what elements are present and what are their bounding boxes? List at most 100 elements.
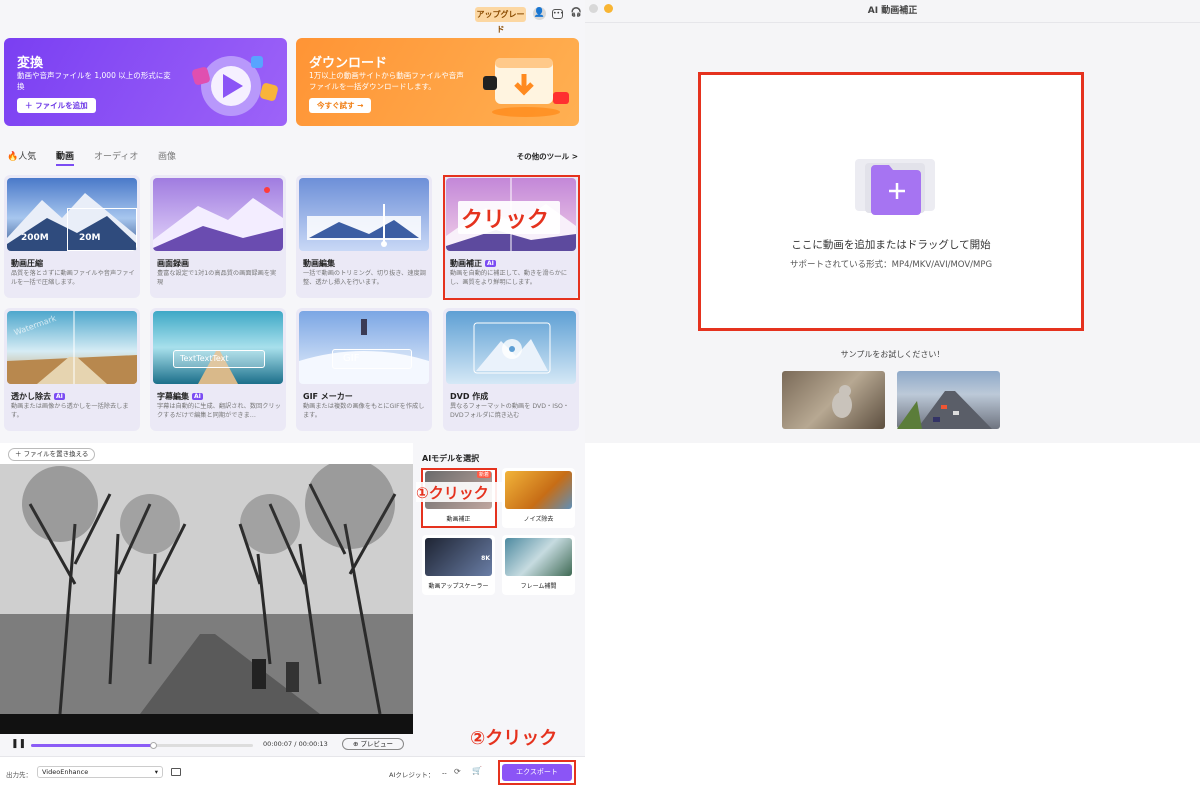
refresh-icon[interactable]: ⟳ — [454, 767, 461, 776]
pause-icon[interactable]: ❚❚ — [11, 739, 26, 749]
time-separator: / — [294, 740, 297, 748]
tool-card-subtitle[interactable]: TextTextText 字幕編集 AI 字幕は自動的に生成、翻訳され、数回クリッ… — [150, 308, 286, 431]
model-frame-interpolation[interactable]: フレーム補間 — [502, 535, 575, 595]
tool-card-screen-record[interactable]: 画面録画 豊富な設定で1対1の高品質の画面録画を実現 — [150, 175, 286, 298]
progress-fill — [31, 744, 154, 747]
message-icon[interactable]: ••• — [552, 9, 564, 19]
highway-icon — [897, 391, 992, 429]
output-select[interactable]: VideoEnhance ▾ — [37, 766, 163, 778]
download-illustration-icon — [483, 58, 569, 117]
dvd-thumbnail — [446, 311, 576, 384]
model-thumbnail — [505, 538, 572, 576]
mountain-icon — [153, 187, 283, 251]
replace-file-button[interactable]: ＋ ファイルを置き換える — [8, 448, 96, 461]
sample-label: サンプルをお試しください！ — [840, 350, 945, 359]
crop-frame — [67, 208, 137, 251]
convert-illustration-icon — [192, 56, 278, 116]
snow-icon — [299, 319, 429, 384]
tab-popular[interactable]: 🔥人気 — [7, 149, 36, 162]
annotation-step2: ②クリック — [470, 728, 558, 749]
folder-icon[interactable] — [171, 768, 181, 776]
tool-desc: 一括で動画のトリミング、切り抜き、速度調整、透かし挿入を行います。 — [303, 270, 426, 286]
drop-instruction: ここに動画を追加またはドラッグして開始 — [791, 239, 991, 251]
current-time: 00:00:07 — [263, 740, 293, 748]
sample-highway[interactable] — [897, 371, 1000, 429]
enhance-editor-panel: ＋ ファイルを置き換える ❚❚ 00:00:07 / 00:00:13 ⊕ プレ… — [0, 443, 585, 800]
landscape-icon — [7, 311, 137, 384]
tool-desc: 動画または複数の画像をもとにGIFを作成します。 — [303, 403, 425, 419]
total-time: 00:00:13 — [298, 740, 328, 748]
folder-add-icon — [855, 159, 935, 215]
download-banner[interactable]: ダウンロード 1万以上の動画サイトから動画ファイルや音声ファイルを一括ダウンロー… — [296, 38, 579, 126]
model-denoise[interactable]: ノイズ除去 — [502, 468, 575, 528]
pier-icon — [198, 351, 238, 384]
video-preview[interactable] — [0, 464, 413, 734]
gif-thumbnail: GIF — [299, 311, 429, 384]
tool-title: 動画圧縮 — [11, 259, 43, 268]
watermark-thumbnail: Watermark — [7, 311, 137, 384]
tool-card-video-edit[interactable]: 動画編集 一括で動画のトリミング、切り抜き、速度調整、透かし挿入を行います。 — [296, 175, 432, 298]
model-upscaler[interactable]: 8K 動画アップスケーラー — [422, 535, 495, 595]
download-title: ダウンロード — [309, 56, 388, 71]
ai-model-title: AIモデルを選択 — [422, 454, 480, 463]
tool-desc: 異なるフォーマットの動画を DVD・ISO・DVDフォルダに焼き込む — [450, 403, 570, 419]
tool-title: DVD 作成 — [450, 392, 489, 401]
progress-track[interactable] — [31, 742, 253, 749]
drop-zone[interactable]: ここに動画を追加またはドラッグして開始 サポートされている形式：MP4/MKV/… — [698, 72, 1084, 331]
annotation-step1: ①クリック — [416, 484, 489, 502]
tool-title: 字幕編集 AI — [157, 392, 203, 401]
more-tools-link[interactable]: その他のツール > — [517, 151, 578, 162]
scissors-icon — [307, 204, 421, 247]
credit-label: AIクレジット： — [389, 771, 435, 779]
upgrade-button[interactable]: アップグレード — [475, 7, 526, 34]
tool-desc: 字幕は自動的に生成、翻訳され、数回クリックするだけで編集と同期ができま… — [157, 403, 281, 419]
tab-image[interactable]: 画像 — [158, 149, 176, 162]
convert-title: 変換 — [17, 56, 44, 71]
tool-card-compress[interactable]: 200M 20M 動画圧縮 品質を落とさずに動画ファイルや音声ファイルを一括で圧… — [4, 175, 140, 298]
ai-badge: AI — [192, 393, 203, 400]
tool-title: 透かし除去 AI — [11, 392, 65, 401]
compress-thumbnail: 200M 20M — [7, 178, 137, 251]
cart-icon[interactable]: 🛒 — [472, 766, 482, 775]
model-label: ノイズ除去 — [523, 516, 554, 523]
output-label: 出力先： — [6, 771, 32, 779]
tab-video[interactable]: 動画 — [56, 149, 75, 166]
model-label: 動画アップスケーラー — [428, 583, 489, 590]
category-tabs: 🔥人気 動画 オーディオ 画像 その他のツール > — [0, 145, 585, 166]
sample-squirrel[interactable] — [782, 371, 885, 429]
download-desc: 1万以上の動画サイトから動画ファイルや音声ファイルを一括ダウンロードします。 — [309, 71, 464, 91]
tool-card-watermark-remove[interactable]: Watermark 透かし除去 AI 動画または画像から透かしを一括除去します。 — [4, 308, 140, 431]
top-bar: アップグレード 👤 ••• 🎧 — [0, 0, 585, 34]
tool-title: 画面録画 — [157, 259, 189, 268]
model-label: フレーム補間 — [520, 583, 557, 590]
tab-audio[interactable]: オーディオ — [94, 149, 138, 162]
add-file-button[interactable]: ＋ ファイルを追加 — [17, 98, 96, 113]
subtitle-thumbnail: TextTextText — [153, 311, 283, 384]
tool-title: 動画編集 — [303, 259, 335, 268]
ai-enhance-window: AI 動画補正 ここに動画を追加またはドラッグして開始 サポートされている形式：… — [585, 0, 1200, 443]
convert-desc: 動画や音声ファイルを 1,000 以上の形式に変換 — [17, 71, 171, 91]
preview-button[interactable]: ⊕ プレビュー — [342, 738, 404, 750]
ai-model-sidebar: AIモデルを選択 新着 動画補正 ノイズ除去 8K 動画アップスケーラー フレー… — [413, 443, 585, 756]
highlight-export-button — [498, 760, 576, 785]
time-display: 00:00:07 / 00:00:13 — [263, 740, 328, 748]
avatar[interactable]: 👤 — [533, 7, 546, 20]
edit-thumbnail — [299, 178, 429, 251]
try-now-button[interactable]: 今すぐ試す → — [309, 98, 372, 113]
model-thumbnail — [505, 471, 572, 509]
size-after: 20M — [79, 233, 101, 243]
highlight-enhance-card — [443, 175, 580, 300]
tool-desc: 豊富な設定で1対1の高品質の画面録画を実現 — [157, 270, 277, 286]
window-title: AI 動画補正 — [867, 6, 918, 16]
tool-card-dvd[interactable]: DVD 作成 異なるフォーマットの動画を DVD・ISO・DVDフォルダに焼き込… — [443, 308, 579, 431]
convert-banner[interactable]: 変換 動画や音声ファイルを 1,000 以上の形式に変換 ＋ ファイルを追加 — [4, 38, 287, 126]
size-before: 200M — [21, 233, 49, 243]
gif-label: GIF — [332, 349, 412, 369]
annotation-click: クリック — [461, 208, 550, 233]
headset-icon[interactable]: 🎧 — [570, 7, 583, 20]
tool-card-gif[interactable]: GIF GIF メーカー 動画または複数の画像をもとにGIFを作成します。 — [296, 308, 432, 431]
preview-play-icon: ⊕ — [352, 740, 361, 748]
tool-desc: 動画または画像から透かしを一括除去します。 — [11, 403, 129, 419]
tools-home-panel: アップグレード 👤 ••• 🎧 変換 動画や音声ファイルを 1,000 以上の形… — [0, 0, 585, 443]
disc-icon — [473, 322, 551, 374]
